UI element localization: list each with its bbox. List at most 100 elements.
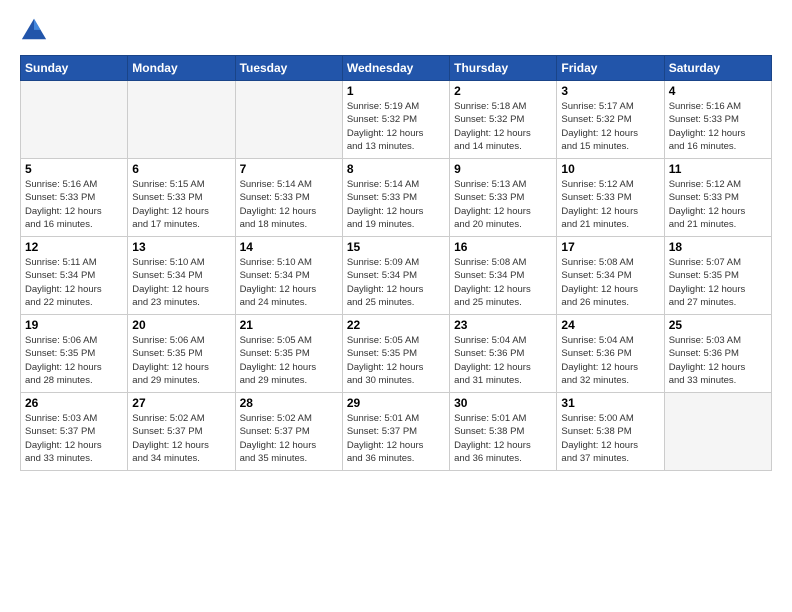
calendar-cell: 3Sunrise: 5:17 AM Sunset: 5:32 PM Daylig… — [557, 81, 664, 159]
weekday-header-wednesday: Wednesday — [342, 56, 449, 81]
day-info: Sunrise: 5:19 AM Sunset: 5:32 PM Dayligh… — [347, 100, 445, 153]
day-info: Sunrise: 5:16 AM Sunset: 5:33 PM Dayligh… — [25, 178, 123, 231]
calendar-week-3: 12 Sunrise: 5:11 AM Sunset: 5:34 PM Dayli… — [21, 237, 772, 315]
day-number: 14 — [240, 240, 338, 254]
day-info: Sunrise: 5:18 AM Sunset: 5:32 PM Dayligh… — [454, 100, 552, 153]
day-number: 17 — [561, 240, 659, 254]
day-info: Sunrise: 5:10 AM Sunset: 5:34 PM Dayligh… — [132, 256, 230, 309]
calendar-cell: 16 Sunrise: 5:08 AM Sunset: 5:34 PM Dayli… — [450, 237, 557, 315]
day-number: 2 — [454, 84, 552, 98]
calendar-cell: 27 Sunrise: 5:02 AM Sunset: 5:37 PM Dayli… — [128, 393, 235, 471]
calendar-cell: 6 Sunrise: 5:15 AM Sunset: 5:33 PM Daylig… — [128, 159, 235, 237]
calendar-cell: 28Sunrise: 5:02 AM Sunset: 5:37 PM Dayli… — [235, 393, 342, 471]
weekday-header-sunday: Sunday — [21, 56, 128, 81]
day-number: 10 — [561, 162, 659, 176]
calendar-cell: 9 Sunrise: 5:13 AM Sunset: 5:33 PM Daylig… — [450, 159, 557, 237]
weekday-header-friday: Friday — [557, 56, 664, 81]
calendar-cell: 29 Sunrise: 5:01 AM Sunset: 5:37 PM Dayli… — [342, 393, 449, 471]
calendar-cell: 4Sunrise: 5:16 AM Sunset: 5:33 PM Daylig… — [664, 81, 771, 159]
calendar-cell: 7Sunrise: 5:14 AM Sunset: 5:33 PM Daylig… — [235, 159, 342, 237]
day-info: Sunrise: 5:10 AM Sunset: 5:34 PM Dayligh… — [240, 256, 338, 309]
calendar-cell: 21Sunrise: 5:05 AM Sunset: 5:35 PM Dayli… — [235, 315, 342, 393]
day-info: Sunrise: 5:00 AM Sunset: 5:38 PM Dayligh… — [561, 412, 659, 465]
calendar-table: SundayMondayTuesdayWednesdayThursdayFrid… — [20, 55, 772, 471]
calendar-week-2: 5 Sunrise: 5:16 AM Sunset: 5:33 PM Daylig… — [21, 159, 772, 237]
day-number: 29 — [347, 396, 445, 410]
weekday-header-thursday: Thursday — [450, 56, 557, 81]
day-number: 4 — [669, 84, 767, 98]
day-number: 13 — [132, 240, 230, 254]
calendar-cell: 12 Sunrise: 5:11 AM Sunset: 5:34 PM Dayli… — [21, 237, 128, 315]
day-info: Sunrise: 5:08 AM Sunset: 5:34 PM Dayligh… — [454, 256, 552, 309]
day-info: Sunrise: 5:01 AM Sunset: 5:37 PM Dayligh… — [347, 412, 445, 465]
day-info: Sunrise: 5:06 AM Sunset: 5:35 PM Dayligh… — [25, 334, 123, 387]
weekday-header-saturday: Saturday — [664, 56, 771, 81]
logo — [20, 15, 52, 43]
calendar-cell: 23Sunrise: 5:04 AM Sunset: 5:36 PM Dayli… — [450, 315, 557, 393]
day-info: Sunrise: 5:02 AM Sunset: 5:37 PM Dayligh… — [132, 412, 230, 465]
day-number: 8 — [347, 162, 445, 176]
calendar-cell: 24 Sunrise: 5:04 AM Sunset: 5:36 PM Dayli… — [557, 315, 664, 393]
calendar-cell: 18 Sunrise: 5:07 AM Sunset: 5:35 PM Dayli… — [664, 237, 771, 315]
day-number: 22 — [347, 318, 445, 332]
day-info: Sunrise: 5:13 AM Sunset: 5:33 PM Dayligh… — [454, 178, 552, 231]
day-info: Sunrise: 5:09 AM Sunset: 5:34 PM Dayligh… — [347, 256, 445, 309]
day-number: 19 — [25, 318, 123, 332]
day-number: 30 — [454, 396, 552, 410]
page-container: SundayMondayTuesdayWednesdayThursdayFrid… — [0, 0, 792, 612]
calendar-week-4: 19 Sunrise: 5:06 AM Sunset: 5:35 PM Dayli… — [21, 315, 772, 393]
calendar-cell: 19 Sunrise: 5:06 AM Sunset: 5:35 PM Dayli… — [21, 315, 128, 393]
calendar-cell: 13 Sunrise: 5:10 AM Sunset: 5:34 PM Dayli… — [128, 237, 235, 315]
weekday-header-tuesday: Tuesday — [235, 56, 342, 81]
day-number: 16 — [454, 240, 552, 254]
day-info: Sunrise: 5:04 AM Sunset: 5:36 PM Dayligh… — [561, 334, 659, 387]
calendar-cell: 25 Sunrise: 5:03 AM Sunset: 5:36 PM Dayli… — [664, 315, 771, 393]
calendar-cell — [21, 81, 128, 159]
day-number: 24 — [561, 318, 659, 332]
calendar-cell: 22Sunrise: 5:05 AM Sunset: 5:35 PM Dayli… — [342, 315, 449, 393]
calendar-cell — [664, 393, 771, 471]
day-number: 11 — [669, 162, 767, 176]
day-info: Sunrise: 5:15 AM Sunset: 5:33 PM Dayligh… — [132, 178, 230, 231]
day-number: 3 — [561, 84, 659, 98]
day-number: 15 — [347, 240, 445, 254]
calendar-cell: 10 Sunrise: 5:12 AM Sunset: 5:33 PM Dayli… — [557, 159, 664, 237]
calendar-cell: 14 Sunrise: 5:10 AM Sunset: 5:34 PM Dayli… — [235, 237, 342, 315]
day-number: 21 — [240, 318, 338, 332]
calendar-week-5: 26Sunrise: 5:03 AM Sunset: 5:37 PM Dayli… — [21, 393, 772, 471]
day-number: 18 — [669, 240, 767, 254]
day-number: 6 — [132, 162, 230, 176]
day-number: 5 — [25, 162, 123, 176]
day-info: Sunrise: 5:14 AM Sunset: 5:33 PM Dayligh… — [240, 178, 338, 231]
calendar-cell: 31Sunrise: 5:00 AM Sunset: 5:38 PM Dayli… — [557, 393, 664, 471]
day-info: Sunrise: 5:02 AM Sunset: 5:37 PM Dayligh… — [240, 412, 338, 465]
calendar-cell: 1Sunrise: 5:19 AM Sunset: 5:32 PM Daylig… — [342, 81, 449, 159]
calendar-week-1: 1Sunrise: 5:19 AM Sunset: 5:32 PM Daylig… — [21, 81, 772, 159]
calendar-cell: 8 Sunrise: 5:14 AM Sunset: 5:33 PM Daylig… — [342, 159, 449, 237]
calendar-header-row: SundayMondayTuesdayWednesdayThursdayFrid… — [21, 56, 772, 81]
day-info: Sunrise: 5:12 AM Sunset: 5:33 PM Dayligh… — [561, 178, 659, 231]
day-info: Sunrise: 5:11 AM Sunset: 5:34 PM Dayligh… — [25, 256, 123, 309]
calendar-cell: 26Sunrise: 5:03 AM Sunset: 5:37 PM Dayli… — [21, 393, 128, 471]
day-info: Sunrise: 5:06 AM Sunset: 5:35 PM Dayligh… — [132, 334, 230, 387]
day-number: 27 — [132, 396, 230, 410]
calendar-cell: 30 Sunrise: 5:01 AM Sunset: 5:38 PM Dayli… — [450, 393, 557, 471]
calendar-cell: 11 Sunrise: 5:12 AM Sunset: 5:33 PM Dayli… — [664, 159, 771, 237]
calendar-cell: 20 Sunrise: 5:06 AM Sunset: 5:35 PM Dayli… — [128, 315, 235, 393]
calendar-cell: 2 Sunrise: 5:18 AM Sunset: 5:32 PM Daylig… — [450, 81, 557, 159]
calendar-cell: 5 Sunrise: 5:16 AM Sunset: 5:33 PM Daylig… — [21, 159, 128, 237]
day-info: Sunrise: 5:03 AM Sunset: 5:36 PM Dayligh… — [669, 334, 767, 387]
logo-icon — [20, 15, 48, 43]
calendar-cell — [235, 81, 342, 159]
weekday-header-monday: Monday — [128, 56, 235, 81]
day-info: Sunrise: 5:12 AM Sunset: 5:33 PM Dayligh… — [669, 178, 767, 231]
day-number: 12 — [25, 240, 123, 254]
calendar-cell: 15 Sunrise: 5:09 AM Sunset: 5:34 PM Dayli… — [342, 237, 449, 315]
day-number: 20 — [132, 318, 230, 332]
day-number: 9 — [454, 162, 552, 176]
day-info: Sunrise: 5:14 AM Sunset: 5:33 PM Dayligh… — [347, 178, 445, 231]
day-info: Sunrise: 5:07 AM Sunset: 5:35 PM Dayligh… — [669, 256, 767, 309]
day-info: Sunrise: 5:01 AM Sunset: 5:38 PM Dayligh… — [454, 412, 552, 465]
calendar-cell: 17Sunrise: 5:08 AM Sunset: 5:34 PM Dayli… — [557, 237, 664, 315]
day-number: 25 — [669, 318, 767, 332]
